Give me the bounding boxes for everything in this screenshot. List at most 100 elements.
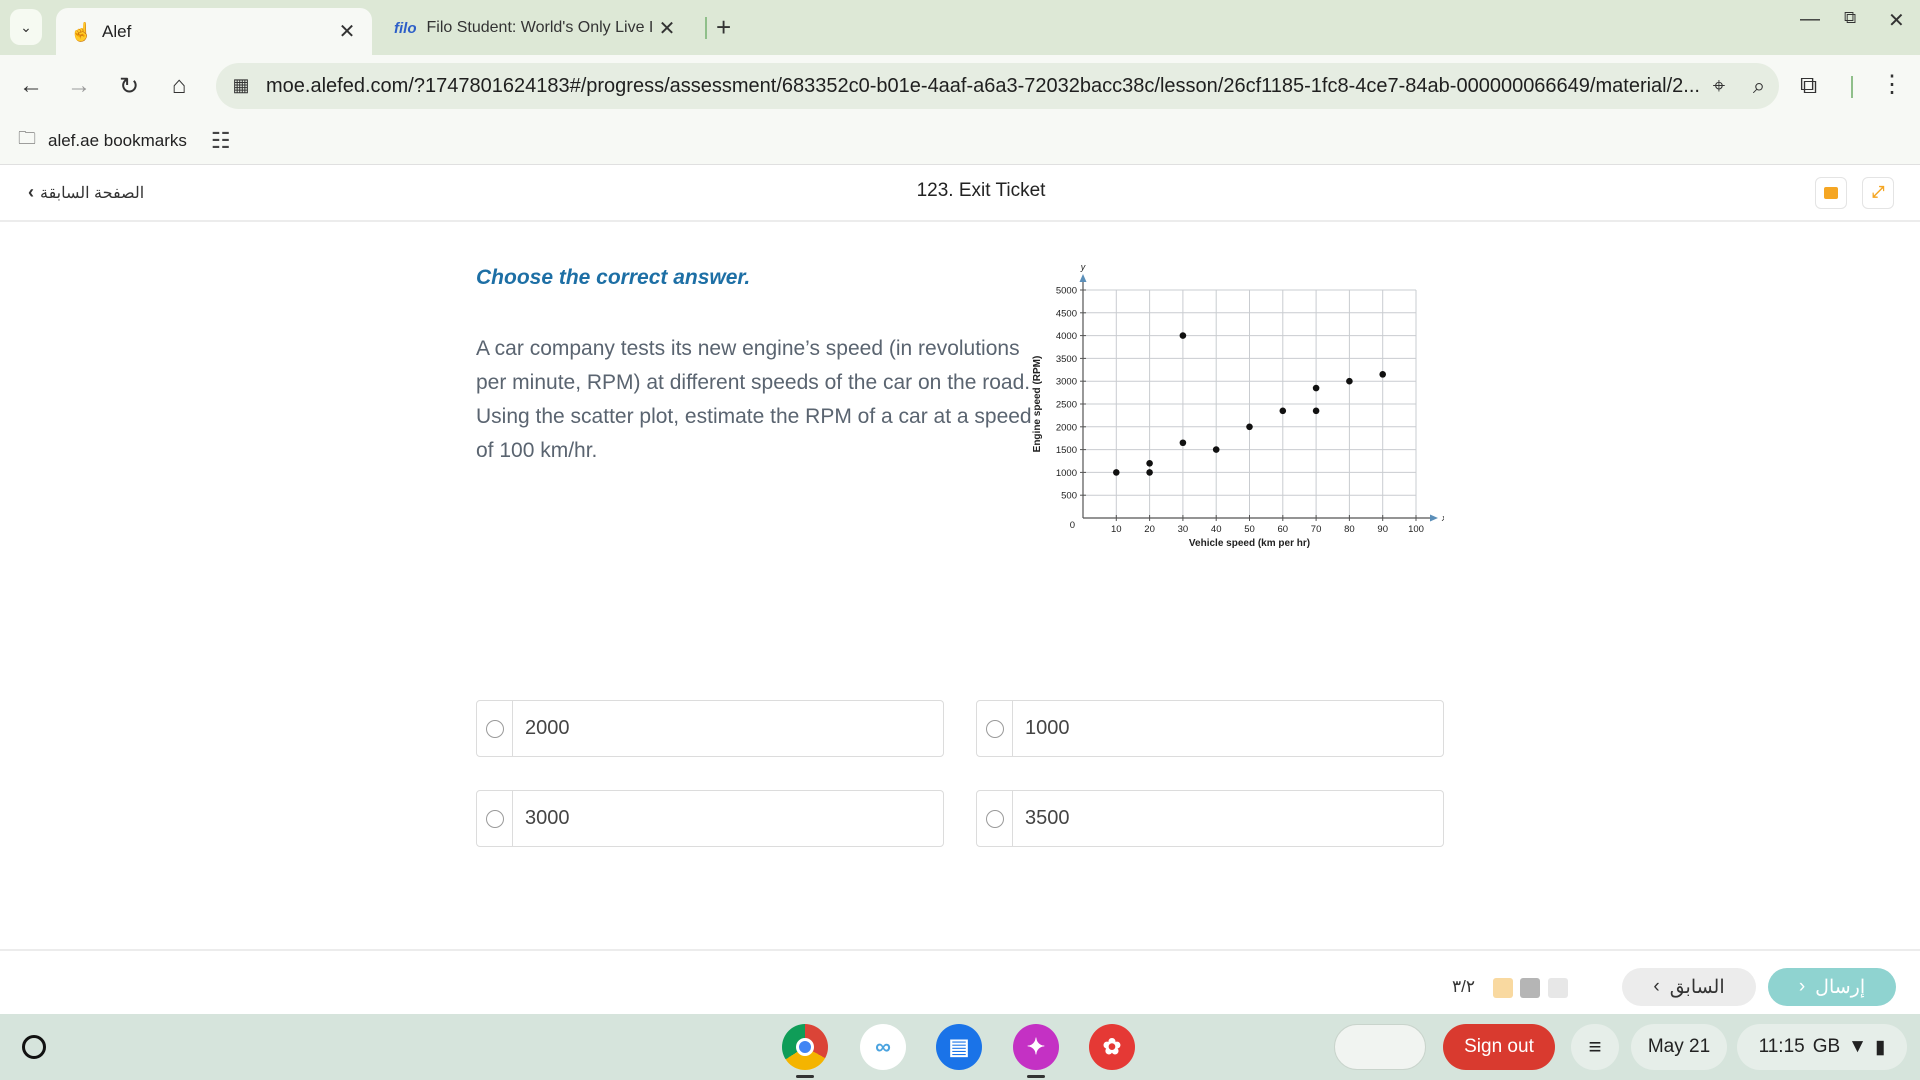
progress-square [1493, 978, 1513, 998]
x-tick-label: 70 [1311, 524, 1322, 535]
progress-square [1520, 978, 1540, 998]
question-text: A car company tests its new engine’s spe… [476, 332, 1036, 468]
x-tick-label: 10 [1111, 524, 1122, 535]
x-tick-label: 90 [1377, 524, 1388, 535]
close-icon[interactable]: ✕ [656, 16, 678, 41]
question-area: Choose the correct answer. A car company… [0, 224, 1920, 949]
location-pin-icon[interactable]: ⌖ [1699, 73, 1739, 99]
question-paragraph: A car company tests its new engine’s spe… [476, 337, 1031, 394]
y-tick-label: 5000 [1056, 286, 1077, 297]
radio-cell[interactable] [977, 791, 1013, 846]
close-icon[interactable]: ✕ [336, 19, 358, 44]
page-title: 123. Exit Ticket [916, 180, 1046, 201]
answer-option[interactable]: 2000 [476, 700, 944, 757]
site-info-icon[interactable]: ▦ [230, 75, 252, 97]
y-axis-arrow [1079, 274, 1087, 282]
notes-button[interactable] [1815, 177, 1847, 209]
palette-app-icon[interactable]: ✿ [1089, 1024, 1135, 1070]
window-close-icon[interactable]: ✕ [1888, 8, 1905, 33]
notes-icon [1824, 187, 1838, 199]
radio-button[interactable] [985, 809, 1004, 828]
menu-icon[interactable]: ⋮ [1880, 70, 1904, 99]
y-tick-label: 1500 [1056, 445, 1077, 456]
radio-button[interactable] [485, 809, 504, 828]
system-shelf: ∞ ▤ ✦ ✿ Sign out ≡ May 21 11:15 GB ▼ ▮ [0, 1014, 1920, 1080]
radio-button[interactable] [485, 719, 504, 738]
y-tick-label: 3500 [1056, 354, 1077, 365]
option-label: 2000 [525, 717, 570, 739]
radio-cell[interactable] [477, 791, 513, 846]
filo-logo: filo [394, 19, 417, 37]
answer-option[interactable]: 1000 [976, 700, 1444, 757]
files-icon[interactable]: ▤ [936, 1024, 982, 1070]
x-tick-label: 30 [1178, 524, 1189, 535]
minimize-icon[interactable]: — [1800, 8, 1820, 31]
date-display[interactable]: May 21 [1631, 1024, 1727, 1070]
previous-button[interactable]: ‹ السابق [1622, 968, 1756, 1006]
status-area[interactable]: 11:15 GB ▼ ▮ [1737, 1024, 1907, 1070]
data-point [1179, 439, 1187, 447]
radio-cell[interactable] [477, 701, 513, 756]
clock-time: 11:15 [1758, 1036, 1805, 1057]
answer-option[interactable]: 3500 [976, 790, 1444, 847]
submit-label: إرسال [1815, 976, 1866, 998]
url-text[interactable]: moe.alefed.com/?1747801624183#/progress/… [266, 75, 1699, 98]
answer-option[interactable]: 3000 [476, 790, 944, 847]
y-tick-label: 2000 [1056, 422, 1077, 433]
chrome-icon[interactable] [782, 1024, 828, 1070]
y-tick-label: 500 [1061, 491, 1077, 502]
data-point [1179, 332, 1187, 339]
tab-search-dropdown-icon[interactable]: ⌄ [10, 9, 42, 45]
restore-icon[interactable]: ⧉ [1844, 8, 1856, 28]
progress-square [1548, 978, 1568, 998]
x-axis-letter: x [1441, 513, 1444, 523]
canvas-app-icon[interactable]: ✦ [1013, 1024, 1059, 1070]
submit-button[interactable]: › إرسال [1768, 968, 1896, 1006]
toolbar-divider [1851, 76, 1853, 98]
address-bar[interactable]: ▦ moe.alefed.com/?1747801624183#/progres… [216, 63, 1779, 109]
screenshot-thumbnail[interactable] [1334, 1024, 1426, 1070]
radio-cell[interactable] [977, 701, 1013, 756]
tab-filo[interactable]: filo Filo Student: World's Only Live I ✕ [380, 8, 692, 48]
data-point [1146, 459, 1153, 467]
data-point [1312, 407, 1320, 415]
battery-icon: ▮ [1874, 1036, 1886, 1058]
x-axis-arrow [1430, 514, 1438, 522]
sign-out-button[interactable]: Sign out [1443, 1024, 1555, 1070]
scatter-plot-svg: 10 20 30 40 50 60 70 80 90 100 500 1000 1500 2000 2500… [1032, 262, 1447, 549]
y-axis-letter: y [1080, 262, 1086, 272]
radio-button[interactable] [985, 719, 1004, 738]
new-tab-icon[interactable]: + [716, 12, 731, 43]
bookmark-folder[interactable]: alef.ae bookmarks [48, 131, 187, 151]
y-tick-label: 4000 [1056, 331, 1077, 342]
x-tick-label: 100 [1408, 524, 1424, 535]
previous-label: السابق [1669, 976, 1725, 998]
home-icon[interactable]: ⌂ [162, 69, 196, 103]
reload-icon[interactable]: ↻ [112, 69, 146, 103]
back-arrow-icon[interactable]: ← [14, 69, 48, 103]
launcher-icon[interactable] [22, 1035, 46, 1059]
zoom-icon[interactable]: ⌕ [1739, 73, 1779, 99]
page-header: ‹ الصفحة السابقة 123. Exit Ticket ⤢ [0, 166, 1920, 222]
media-queue-icon[interactable]: ≡ [1571, 1024, 1619, 1070]
fullscreen-button[interactable]: ⤢ [1862, 177, 1894, 209]
x-tick-label: 20 [1144, 524, 1155, 535]
tab-title: Alef [102, 21, 132, 41]
x-axis-label: Vehicle speed (km per hr) [1189, 538, 1310, 549]
tab-alef[interactable]: ☝ Alef ✕ [56, 8, 372, 55]
extensions-icon[interactable]: ⧉ [1800, 72, 1817, 100]
bookmarks-bar: 🗀 alef.ae bookmarks ☷ [0, 117, 1920, 165]
assessment-footer: ٣/٢ ‹ السابق › إرسال [0, 949, 1920, 1014]
scatter-chart: 10 20 30 40 50 60 70 80 90 100 500 1000 1500 2000 2500… [1024, 260, 1447, 570]
instruction-text: Choose the correct answer. [476, 266, 751, 289]
option-label: 3500 [1025, 807, 1070, 829]
forward-arrow-icon[interactable]: → [62, 69, 96, 103]
link-app-icon[interactable]: ∞ [860, 1024, 906, 1070]
tab-strip: ⌄ ☝ Alef ✕ filo Filo Student: World's On… [0, 0, 1920, 55]
apps-grid-icon[interactable]: ☷ [211, 128, 231, 154]
data-point [1212, 446, 1220, 453]
app-running-indicator [796, 1075, 814, 1078]
question-paragraph: Using the scatter plot, estimate the RPM… [476, 405, 1032, 462]
data-point [1379, 371, 1386, 378]
x-tick-label: 40 [1211, 524, 1222, 535]
